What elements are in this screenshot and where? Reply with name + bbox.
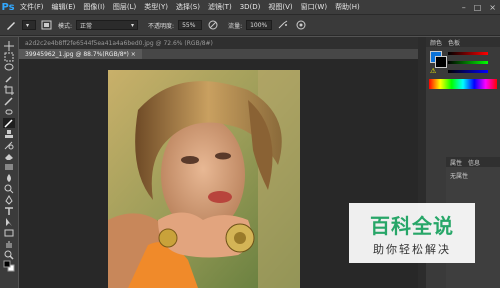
quick-select-icon[interactable] <box>3 74 15 84</box>
green-slider[interactable] <box>426 58 488 66</box>
move-tool-icon[interactable] <box>3 41 15 51</box>
pen-tool-icon[interactable] <box>3 195 15 205</box>
eyedropper-icon[interactable] <box>3 96 15 106</box>
close-icon[interactable]: × <box>489 3 496 12</box>
document-photo[interactable] <box>108 70 300 288</box>
mode-value: 正常 <box>80 22 93 30</box>
document-tab-2[interactable]: 39945962_1.jpg @ 88.7%(RGB/8*) × <box>19 49 142 59</box>
brush-panel-icon[interactable] <box>40 18 54 32</box>
menu-edit[interactable]: 编辑(E) <box>48 2 80 12</box>
eraser-icon[interactable] <box>3 151 15 161</box>
color-panel-tabs: 颜色 色板 <box>426 37 500 47</box>
crop-tool-icon[interactable] <box>3 85 15 95</box>
document-tab-1[interactable]: a2d2c2e4b8ff2fe6544f5ea41a4a6bed0.jpg @ … <box>19 40 219 47</box>
red-slider-track <box>448 51 488 55</box>
shape-tool-icon[interactable] <box>3 228 15 238</box>
tools-panel <box>0 37 18 288</box>
menu-select[interactable]: 选择(S) <box>172 2 204 12</box>
pressure-opacity-icon[interactable] <box>206 18 220 32</box>
flow-label: 流量: <box>228 22 243 30</box>
brush-preset-picker[interactable]: ▾ <box>22 20 36 30</box>
brush-tool-icon[interactable] <box>4 18 18 32</box>
menu-type[interactable]: 类型(Y) <box>140 2 172 12</box>
opacity-label: 不透明度: <box>148 22 175 30</box>
color-spectrum-bar[interactable] <box>429 79 497 89</box>
menu-layer[interactable]: 图层(L) <box>109 2 140 12</box>
blue-slider-track <box>448 69 488 73</box>
menu-window[interactable]: 窗口(W) <box>297 2 331 12</box>
menu-view[interactable]: 视图(V) <box>264 2 296 12</box>
mode-select[interactable]: 正常 ▾ <box>76 20 139 30</box>
options-bar: ▾ 模式: 正常 ▾ 不透明度: 55% 流量: 100% <box>0 14 500 36</box>
gamut-warning-icon: ⚠ <box>430 67 437 75</box>
zoom-tool-icon[interactable] <box>3 250 15 260</box>
history-brush-icon[interactable] <box>3 140 15 150</box>
path-select-icon[interactable] <box>3 217 15 227</box>
lasso-tool-icon[interactable] <box>3 63 15 73</box>
red-slider[interactable] <box>426 49 488 57</box>
document-tab-bar-inactive: a2d2c2e4b8ff2fe6544f5ea41a4a6bed0.jpg @ … <box>19 37 424 49</box>
window-controls: – □ × <box>462 3 500 12</box>
dodge-tool-icon[interactable] <box>3 184 15 194</box>
blur-tool-icon[interactable] <box>3 173 15 183</box>
brush-tool-icon[interactable] <box>3 118 15 128</box>
green-slider-track <box>448 60 488 64</box>
no-properties-text: 无属性 <box>450 173 469 180</box>
healing-brush-icon[interactable] <box>3 107 15 117</box>
menu-image[interactable]: 图像(I) <box>79 2 109 12</box>
watermark-logo: 百科全说 助你轻松解决 <box>349 203 475 263</box>
clone-stamp-icon[interactable] <box>3 129 15 139</box>
flow-input[interactable]: 100% <box>246 20 273 30</box>
hand-tool-icon[interactable] <box>3 239 15 249</box>
tab-color[interactable]: 颜色 <box>430 38 442 47</box>
watermark-subtitle: 助你轻松解决 <box>373 242 451 256</box>
opacity-input[interactable]: 55% <box>178 20 203 30</box>
menu-bar: Ps 文件(F) 编辑(E) 图像(I) 图层(L) 类型(Y) 选择(S) 滤… <box>0 0 500 14</box>
pressure-size-icon[interactable] <box>294 18 308 32</box>
document-tab-bar-active: 39945962_1.jpg @ 88.7%(RGB/8*) × <box>19 49 424 59</box>
menu-help[interactable]: 帮助(H) <box>331 2 364 12</box>
tab-info[interactable]: 信息 <box>468 158 480 167</box>
properties-panel-tabs: 属性 信息 <box>446 157 500 167</box>
tab-properties[interactable]: 属性 <box>450 158 462 167</box>
tab-swatches[interactable]: 色板 <box>448 38 460 47</box>
color-panel: ⚠ <box>426 47 500 77</box>
ps-logo: Ps <box>1 1 15 13</box>
watermark-title: 百科全说 <box>370 213 454 238</box>
opacity-value: 55% <box>182 21 196 29</box>
menu-file[interactable]: 文件(F) <box>16 2 48 12</box>
maximize-icon[interactable]: □ <box>474 3 482 12</box>
menu-3d[interactable]: 3D(D) <box>236 3 265 11</box>
mode-label: 模式: <box>58 22 73 30</box>
gradient-icon[interactable] <box>3 162 15 172</box>
minimize-icon[interactable]: – <box>462 3 466 12</box>
flow-value: 100% <box>250 21 268 29</box>
chevron-down-icon: ▾ <box>131 21 135 29</box>
marquee-tool-icon[interactable] <box>3 52 15 62</box>
foreground-background-swatch[interactable] <box>3 260 15 272</box>
airbrush-icon[interactable] <box>276 18 290 32</box>
type-tool-icon[interactable] <box>3 206 15 216</box>
menu-filter[interactable]: 滤镜(T) <box>204 2 236 12</box>
